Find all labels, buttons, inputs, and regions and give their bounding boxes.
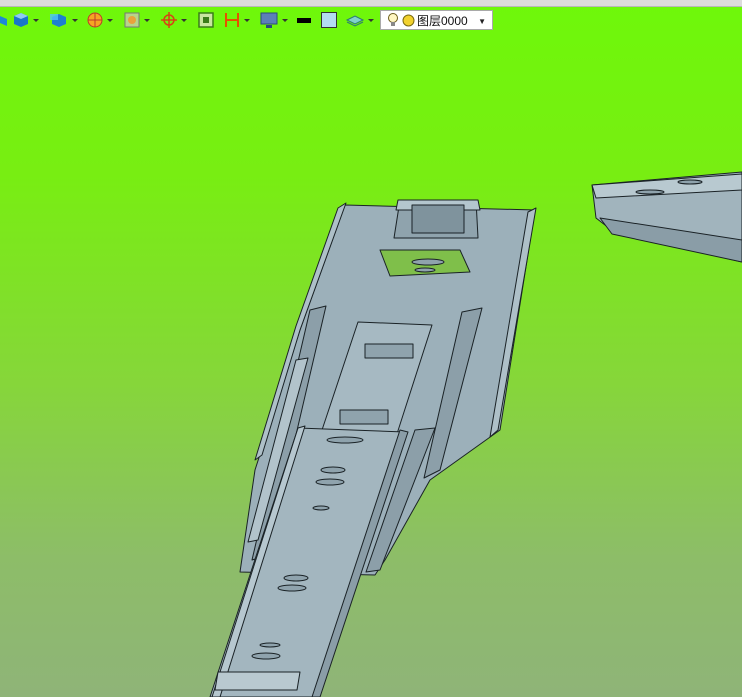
crosshair-icon <box>161 12 177 28</box>
fill-color-swatch <box>321 12 337 28</box>
layer-name: 图层0000 <box>417 13 468 28</box>
zoom-fit-button[interactable] <box>197 11 215 29</box>
layers-icon <box>345 15 365 27</box>
layer-manager-button[interactable] <box>345 11 374 29</box>
render-cube-icon <box>50 14 66 27</box>
sphere-section-icon <box>87 12 103 28</box>
display-settings-button[interactable] <box>259 11 288 29</box>
measure-icon <box>225 13 239 27</box>
3d-viewport[interactable]: 图层0000 ▼ <box>0 0 742 697</box>
view-cube-icon[interactable] <box>0 11 8 29</box>
lightbulb-icon[interactable] <box>387 12 399 28</box>
measure-button[interactable] <box>223 11 250 29</box>
cad-model-scene[interactable] <box>0 0 742 697</box>
render-mode-button[interactable] <box>49 11 78 29</box>
zoom-fit-icon <box>198 12 214 28</box>
shaded-view-button[interactable] <box>12 11 39 29</box>
line-color-button[interactable] <box>297 11 311 29</box>
layer-color-icon[interactable] <box>402 14 415 27</box>
layer-selector[interactable]: 图层0000 ▼ <box>380 10 493 30</box>
view-toolbar: 图层0000 ▼ <box>0 8 742 32</box>
fill-color-button[interactable] <box>321 11 337 29</box>
section-view-button[interactable] <box>86 11 113 29</box>
appearance-icon <box>124 12 140 28</box>
chevron-down-icon[interactable]: ▼ <box>478 17 486 26</box>
shaded-cube-icon <box>14 13 28 27</box>
orient-button[interactable] <box>160 11 187 29</box>
window-top-border <box>0 0 742 7</box>
monitor-icon <box>260 12 278 28</box>
appearance-button[interactable] <box>123 11 150 29</box>
line-color-swatch <box>297 17 311 23</box>
